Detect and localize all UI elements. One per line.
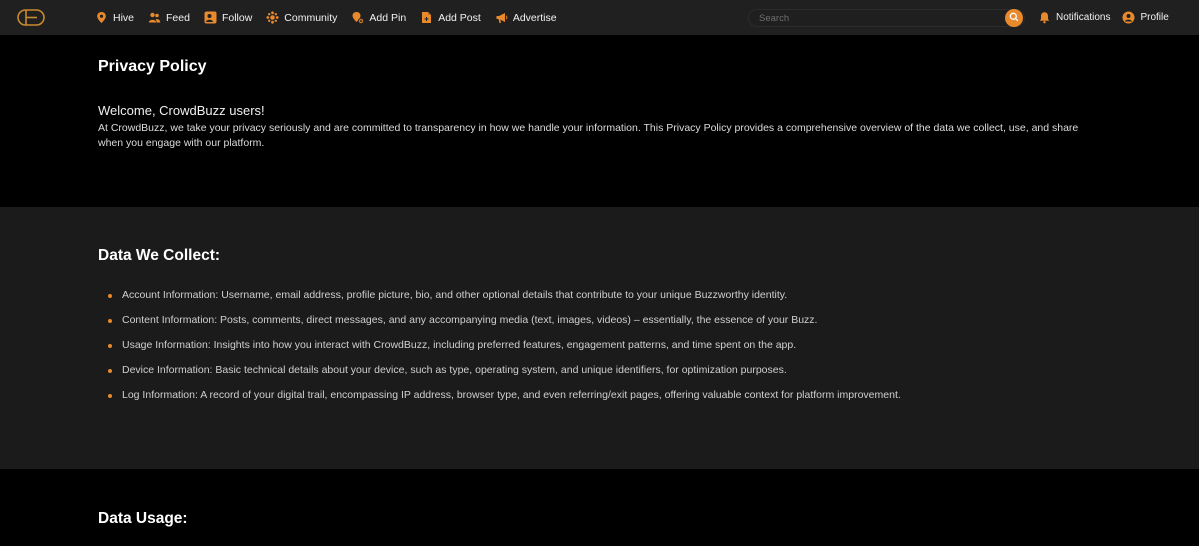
intro-paragraph: At CrowdBuzz, we take your privacy serio… — [98, 122, 1079, 149]
nav-follow-label: Follow — [221, 11, 253, 24]
nav-hive[interactable]: Hive — [95, 0, 134, 35]
nav-advertise-label: Advertise — [512, 11, 557, 24]
nav-add-pin[interactable]: Add Pin — [351, 0, 406, 35]
nav-add-post-label: Add Post — [438, 11, 481, 24]
nav-hive-label: Hive — [113, 11, 135, 24]
list-item: Usage Information: Insights into how you… — [108, 338, 1118, 353]
user-avatar-icon — [1122, 11, 1135, 24]
nav-notifications-label: Notifications — [1056, 12, 1111, 23]
list-item: Content Information: Posts, comments, di… — [108, 313, 1118, 328]
megaphone-icon — [495, 11, 508, 24]
data-usage-heading: Data Usage: — [98, 510, 188, 527]
follow-icon — [204, 11, 217, 24]
nav-follow[interactable]: Follow — [204, 0, 252, 35]
list-item: Log Information: A record of your digita… — [108, 388, 1118, 403]
page-title: Privacy Policy — [98, 58, 207, 75]
people-icon — [148, 11, 161, 24]
data-collect-list: Account Information: Username, email add… — [108, 288, 1118, 413]
location-pin-icon — [95, 11, 108, 24]
search-icon — [1009, 9, 1019, 27]
top-navbar: Hive Feed Follow Community Add Pin Add P… — [0, 0, 1199, 35]
list-item: Account Information: Username, email add… — [108, 288, 1118, 303]
nav-profile[interactable]: Profile — [1122, 0, 1169, 35]
data-usage-section — [0, 469, 1199, 546]
nav-community[interactable]: Community — [266, 0, 337, 35]
crowdbuzz-logo[interactable] — [17, 9, 45, 26]
data-collect-heading: Data We Collect: — [98, 247, 221, 264]
nav-add-post[interactable]: Add Post — [420, 0, 481, 35]
nav-community-label: Community — [284, 11, 338, 24]
search-button[interactable] — [1005, 9, 1023, 27]
nav-add-pin-label: Add Pin — [369, 11, 407, 24]
main-nav: Hive Feed Follow Community Add Pin Add P… — [95, 0, 571, 35]
nav-notifications[interactable]: Notifications — [1038, 0, 1110, 35]
welcome-text: Welcome, CrowdBuzz users! — [98, 103, 265, 118]
add-pin-icon — [351, 11, 365, 24]
nav-feed-label: Feed — [166, 11, 190, 24]
nav-feed[interactable]: Feed — [148, 0, 190, 35]
add-post-icon — [420, 11, 433, 24]
bell-icon — [1038, 11, 1051, 24]
nav-advertise[interactable]: Advertise — [495, 0, 557, 35]
nav-profile-label: Profile — [1140, 12, 1169, 23]
search-input[interactable] — [748, 9, 1025, 27]
right-nav: Notifications Profile — [1038, 0, 1181, 35]
list-item: Device Information: Basic technical deta… — [108, 363, 1118, 378]
community-icon — [266, 11, 279, 24]
